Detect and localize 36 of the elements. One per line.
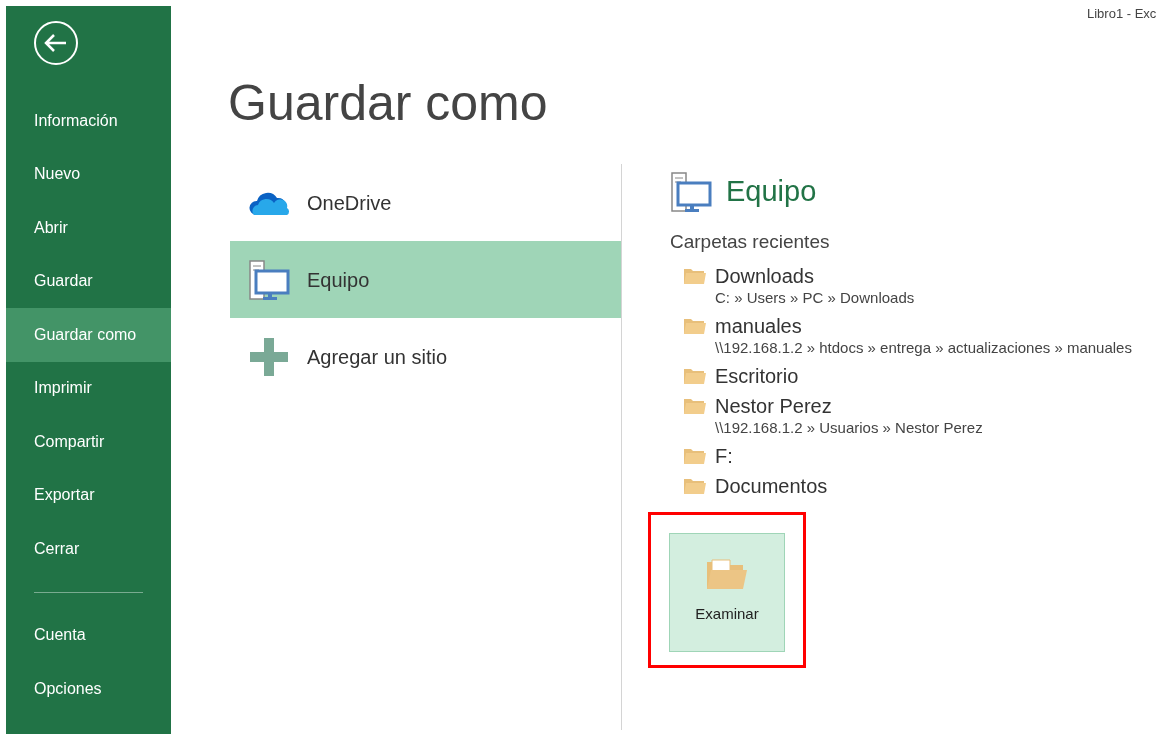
sidebar-item[interactable]: Exportar	[6, 468, 171, 522]
folder-icon	[684, 267, 706, 284]
detail-title: Equipo	[726, 174, 817, 209]
folder-icon	[684, 397, 706, 414]
recent-folder[interactable]: Documentos	[684, 474, 1132, 498]
plus-icon	[249, 337, 288, 376]
section-heading: Carpetas recientes	[670, 229, 831, 254]
folder-icon	[707, 559, 747, 590]
page-title: Guardar como	[228, 78, 549, 133]
sidebar-item[interactable]: Opciones	[6, 662, 171, 716]
sidebar-item[interactable]: Información	[6, 94, 171, 148]
sidebar-item[interactable]: Imprimir	[6, 361, 171, 415]
recent-folder[interactable]: Escritorio	[684, 364, 1132, 388]
recent-folder[interactable]: Downloads C: » Users » PC » Downloads	[684, 264, 1132, 308]
sidebar-item[interactable]: Abrir	[6, 201, 171, 255]
place-item[interactable]: Equipo	[230, 241, 621, 318]
place-item[interactable]: Agregar un sitio	[230, 318, 621, 395]
folder-icon	[684, 447, 706, 464]
sidebar-item[interactable]: Compartir	[6, 415, 171, 469]
sidebar-item[interactable]: Guardar	[6, 254, 171, 308]
place-item[interactable]: OneDrive	[230, 164, 621, 241]
folder-icon	[684, 367, 706, 384]
back-button[interactable]	[33, 20, 79, 66]
browse-button[interactable]: Examinar	[669, 533, 785, 652]
folder-icon	[684, 317, 706, 334]
window-title: Libro1 - Exc	[1087, 5, 1157, 23]
sidebar-item[interactable]: Guardar como	[6, 308, 171, 362]
computer-icon	[670, 170, 712, 213]
sidebar-item[interactable]: Cerrar	[6, 522, 171, 576]
folder-icon	[684, 477, 706, 494]
recent-folder[interactable]: manuales \\192.168.1.2 » htdocs » entrega » actualizaciones » manuales	[684, 314, 1132, 358]
recent-folder[interactable]: F:	[684, 444, 1132, 468]
sidebar-item[interactable]: Nuevo	[6, 147, 171, 201]
sidebar-item[interactable]: Cuenta	[6, 608, 171, 662]
computer-icon	[247, 258, 290, 301]
recent-folder[interactable]: Nestor Perez \\192.168.1.2 » Usuarios » Nestor Perez	[684, 394, 1132, 438]
